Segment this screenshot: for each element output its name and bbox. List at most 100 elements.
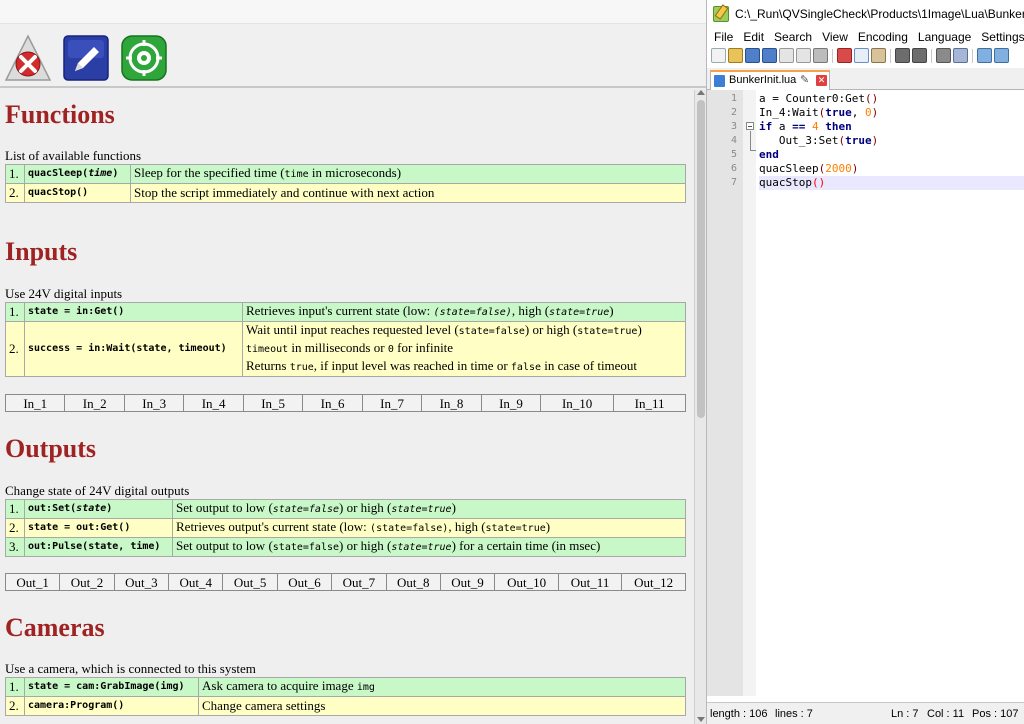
code-editor[interactable]: 1234567 a = Counter0:Get() In_4:Wait(true… [707, 90, 1024, 696]
row-number: 1. [5, 302, 25, 322]
menu-settings[interactable]: Settings [981, 28, 1024, 46]
replace-icon[interactable] [953, 48, 968, 63]
code-line[interactable]: a = Counter0:Get() [759, 92, 1024, 106]
menu-view[interactable]: View [822, 28, 848, 46]
scrollbar-thumb[interactable] [697, 100, 705, 418]
document-tab-bar: BunkerInit.lua ✎ ✕ [707, 68, 1024, 90]
output-port: Out_3 [113, 573, 170, 591]
line-number: 7 [730, 177, 737, 188]
cut-icon[interactable] [837, 48, 852, 63]
function-signature: quacSleep(time) [24, 164, 131, 184]
code-line[interactable]: quacStop() [759, 176, 1024, 190]
fold-line [750, 131, 751, 151]
apply-button[interactable] [120, 34, 168, 82]
code-line[interactable]: Out_3:Set(true) [759, 134, 1024, 148]
edit-button[interactable] [62, 34, 110, 82]
input-port: In_4 [183, 394, 244, 412]
tab-label: BunkerInit.lua [729, 74, 797, 86]
code-line[interactable]: end [759, 148, 1024, 162]
outputs-description: Change state of 24V digital outputs [5, 483, 190, 498]
line-number: 3 [730, 121, 737, 132]
open-file-icon[interactable] [728, 48, 743, 63]
code-token: 0 [864, 106, 872, 119]
table-row: 3. out:Pulse(state, time) Set output to … [5, 537, 686, 557]
close-file-icon[interactable] [779, 48, 794, 63]
code-token: true [845, 134, 872, 147]
function-signature: state = in:Get() [24, 302, 243, 322]
menu-search[interactable]: Search [774, 28, 812, 46]
help-toolbar [0, 0, 706, 88]
zoom-out-icon[interactable] [994, 48, 1009, 63]
zoom-in-icon[interactable] [977, 48, 992, 63]
help-top-strip [0, 0, 706, 24]
status-column: Col : 11 [927, 708, 965, 720]
copy-icon[interactable] [854, 48, 869, 63]
code-token: ) [871, 106, 879, 119]
paste-icon[interactable] [871, 48, 886, 63]
table-row: 2. quacStop() Stop the script immediatel… [5, 183, 686, 203]
print-icon[interactable] [813, 48, 828, 63]
line-number: 5 [730, 149, 737, 160]
status-lines: lines : 7 [775, 708, 813, 720]
save-all-icon[interactable] [762, 48, 777, 63]
outputs-port-table: Out_1 Out_2 Out_3 Out_4 Out_5 Out_6 Out_… [4, 573, 686, 591]
input-port: In_8 [421, 394, 482, 412]
close-tab-icon[interactable]: ✕ [816, 75, 827, 86]
cancel-button[interactable] [4, 34, 52, 82]
inputs-description: Use 24V digital inputs [5, 286, 123, 301]
menu-edit[interactable]: Edit [743, 28, 764, 46]
function-description: Retrieves input's current state (low: (s… [242, 302, 686, 322]
function-signature: state = out:Get() [24, 518, 173, 538]
code-line[interactable]: In_4:Wait(true, 0) [759, 106, 1024, 120]
menu-file[interactable]: File [714, 28, 733, 46]
row-number: 2. [5, 696, 25, 716]
cameras-heading: Cameras [5, 613, 105, 642]
code-token: 4 [812, 120, 819, 133]
function-description: Sleep for the specified time (time in mi… [130, 164, 686, 184]
close-all-icon[interactable] [796, 48, 811, 63]
code-token: ) [871, 134, 879, 147]
undo-icon[interactable] [895, 48, 910, 63]
code-token: if [759, 120, 773, 133]
status-bar: length : 106 lines : 7 Ln : 7 Col : 11 P… [707, 702, 1024, 724]
pin-icon[interactable]: ✎ [800, 72, 809, 89]
scroll-up-icon[interactable] [697, 90, 705, 95]
tab-bunkerinit[interactable]: BunkerInit.lua ✎ ✕ [710, 70, 830, 90]
fold-toggle-icon[interactable] [746, 122, 754, 130]
code-line[interactable]: if a == 4 then [759, 120, 1024, 134]
table-row: 2. success = in:Wait(state, timeout) Wai… [5, 321, 686, 377]
function-signature: out:Pulse(state, time) [24, 537, 173, 557]
save-icon[interactable] [745, 48, 760, 63]
function-description: Change camera settings [198, 696, 686, 716]
function-signature: camera:Program() [24, 696, 199, 716]
output-port: Out_6 [276, 573, 333, 591]
scroll-down-icon[interactable] [697, 717, 705, 722]
output-port: Out_4 [168, 573, 224, 591]
input-port: In_2 [64, 394, 125, 412]
fold-end [750, 150, 756, 151]
cameras-table: 1. state = cam:GrabImage(img) Ask camera… [5, 677, 686, 716]
code-token: Out_3:Set [759, 134, 839, 147]
input-port: In_3 [123, 394, 185, 412]
find-icon[interactable] [936, 48, 951, 63]
new-file-icon[interactable] [711, 48, 726, 63]
menu-language[interactable]: Language [918, 28, 971, 46]
row-number: 1. [5, 677, 25, 697]
help-scrollbar[interactable] [694, 90, 706, 724]
output-port: Out_9 [439, 573, 496, 591]
notepad-window: C:\_Run\QVSingleCheck\Products\1Image\Lu… [706, 0, 1024, 724]
redo-icon[interactable] [912, 48, 927, 63]
code-token: end [759, 148, 779, 161]
code-token: , [851, 106, 865, 119]
inputs-table: 1. state = in:Get() Retrieves input's cu… [5, 302, 686, 377]
input-port: In_11 [613, 394, 686, 412]
functions-heading: Functions [5, 100, 115, 129]
window-title-bar[interactable]: C:\_Run\QVSingleCheck\Products\1Image\Lu… [707, 0, 1024, 28]
code-line[interactable]: quacSleep(2000) [759, 162, 1024, 176]
code-token: () [811, 176, 826, 189]
menu-encoding[interactable]: Encoding [858, 28, 908, 46]
line-number: 4 [730, 135, 737, 146]
notepad-app-icon [713, 6, 729, 22]
table-row: 1. out:Set(state) Set output to low (sta… [5, 499, 686, 519]
